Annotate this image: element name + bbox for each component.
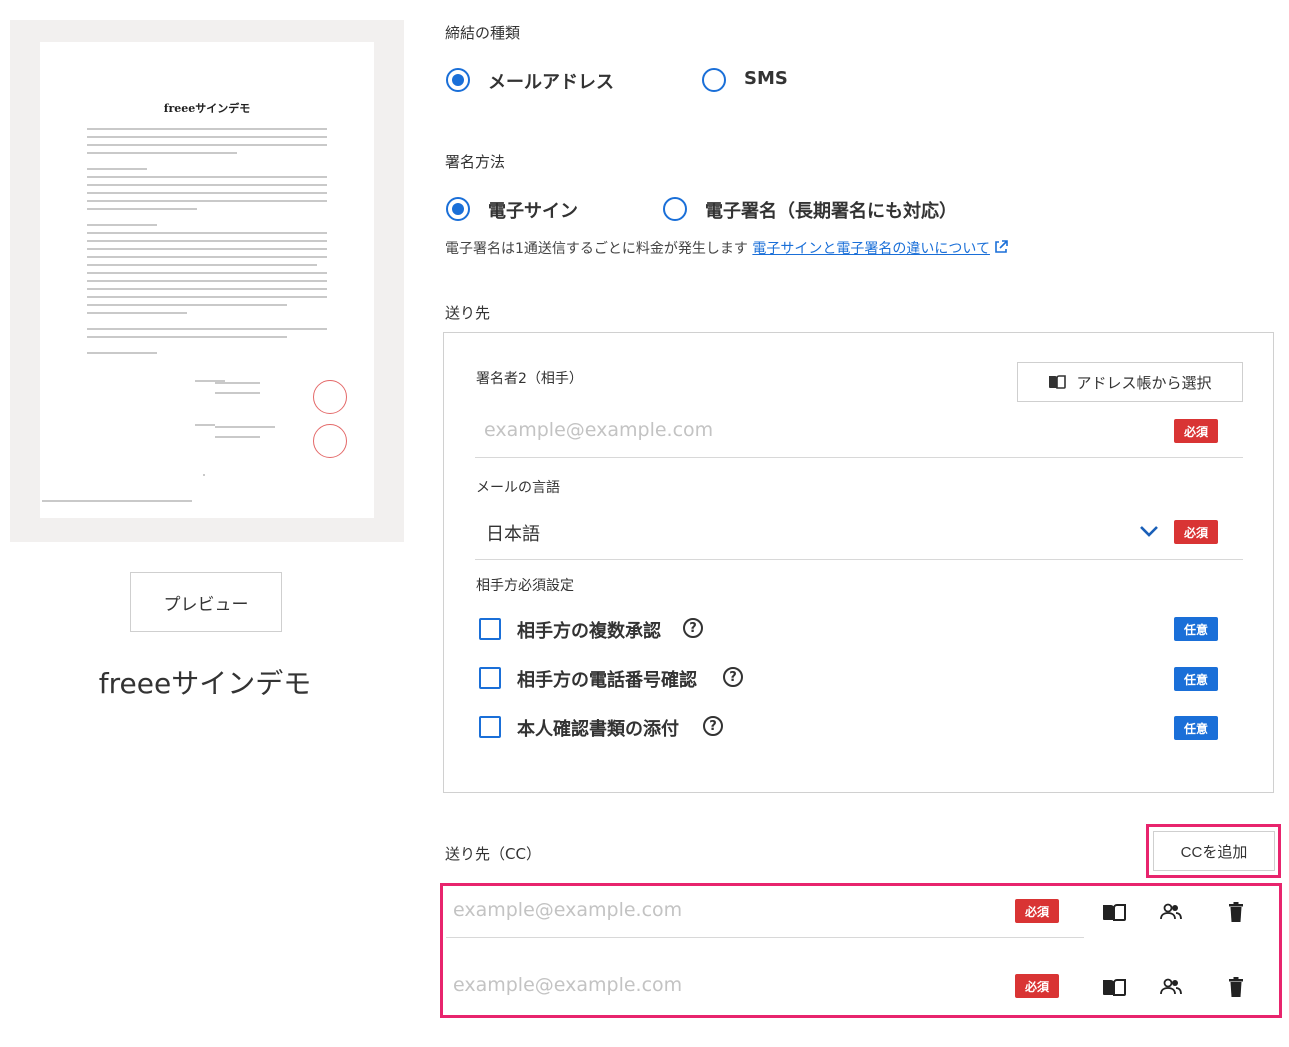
thumbnail-text-line <box>215 382 260 384</box>
thumbnail-text-line <box>87 248 327 250</box>
cc-section-label: 送り先（CC） <box>445 845 541 863</box>
thumbnail-text-line <box>87 200 327 202</box>
required-badge: 必須 <box>1015 899 1059 923</box>
cc-email-input[interactable]: example@example.com <box>453 899 682 921</box>
id-document-checkbox[interactable] <box>479 716 501 738</box>
thumbnail-text-line <box>87 328 327 330</box>
document-name: freeeサインデモ <box>98 667 312 700</box>
help-icon[interactable]: ? <box>723 667 743 687</box>
thumbnail-text-line <box>87 336 287 338</box>
phone-verify-label: 相手方の電話番号確認 <box>517 670 697 691</box>
thumbnail-text-line <box>87 224 157 226</box>
cc-email-input[interactable]: example@example.com <box>453 974 682 996</box>
add-cc-button[interactable]: CCを追加 <box>1153 831 1275 871</box>
thumbnail-text-line <box>87 152 237 154</box>
stamp-circle <box>313 380 347 414</box>
signature-fee-note: 電子署名は1通送信するごとに料金が発生します 電子サインと電子署名の違いについて <box>445 238 1009 258</box>
thumbnail-text-line <box>87 136 327 138</box>
divider <box>475 457 1243 458</box>
divider <box>475 559 1243 560</box>
radio-digital-signature[interactable] <box>663 197 687 221</box>
divider <box>446 937 1084 938</box>
optional-badge: 任意 <box>1174 716 1218 740</box>
thumbnail-text-line <box>87 192 327 194</box>
stamp-circle <box>313 424 347 458</box>
book-icon[interactable] <box>1101 974 1127 1000</box>
thumbnail-text-line <box>87 128 327 130</box>
thumbnail-text-line <box>87 256 327 258</box>
thumbnail-text-line <box>87 184 327 186</box>
signer-label: 署名者2（相手） <box>476 371 583 387</box>
address-book-button-label: アドレス帳から選択 <box>1076 374 1212 392</box>
thumbnail-text-line <box>215 426 275 428</box>
people-icon[interactable] <box>1158 974 1184 1000</box>
radio-email-label[interactable]: メールアドレス <box>488 68 614 94</box>
people-icon[interactable] <box>1158 899 1184 925</box>
thumbnail-text-line <box>87 296 327 298</box>
radio-sms[interactable] <box>702 68 726 92</box>
radio-digital-signature-label[interactable]: 電子署名（長期署名にも対応） <box>705 197 957 223</box>
conclusion-type-label: 締結の種類 <box>445 24 521 42</box>
recipient-section-label: 送り先 <box>445 304 491 322</box>
chevron-down-icon[interactable] <box>1139 524 1159 538</box>
thumbnail-text-line <box>203 474 205 476</box>
optional-badge: 任意 <box>1174 667 1218 691</box>
help-icon[interactable]: ? <box>703 716 723 736</box>
address-book-button[interactable]: アドレス帳から選択 <box>1017 362 1243 402</box>
thumbnail-text-line <box>42 500 192 502</box>
thumbnail-text-line <box>87 280 327 282</box>
thumbnail-text-line <box>87 288 327 290</box>
sign-difference-link[interactable]: 電子サインと電子署名の違いについて <box>752 241 990 257</box>
thumbnail-text-line <box>87 264 317 266</box>
thumbnail-text-line <box>215 392 260 394</box>
document-thumbnail: freeeサインデモ <box>40 42 374 518</box>
radio-e-sign[interactable] <box>446 197 470 221</box>
thumbnail-text-line <box>215 436 260 438</box>
id-document-label: 本人確認書類の添付 <box>517 719 679 740</box>
thumbnail-text-line <box>87 144 327 146</box>
preview-button[interactable]: プレビュー <box>130 572 282 632</box>
language-select[interactable]: 日本語 <box>486 520 540 546</box>
help-icon[interactable]: ? <box>683 618 703 638</box>
thumbnail-text-line <box>87 176 327 178</box>
thumbnail-doc-title: freeeサインデモ <box>163 102 251 115</box>
thumbnail-text-line <box>87 168 147 170</box>
radio-e-sign-label[interactable]: 電子サイン <box>488 197 578 223</box>
language-label: メールの言語 <box>476 480 560 496</box>
required-badge: 必須 <box>1174 419 1218 443</box>
thumbnail-text-line <box>87 232 327 234</box>
thumbnail-text-line <box>87 240 327 242</box>
optional-badge: 任意 <box>1174 617 1218 641</box>
party-settings-label: 相手方必須設定 <box>476 578 574 594</box>
radio-email[interactable] <box>446 68 470 92</box>
thumbnail-text-line <box>87 208 197 210</box>
signer-email-input[interactable]: example@example.com <box>484 419 713 441</box>
book-icon <box>1049 375 1067 389</box>
thumbnail-text-line <box>87 304 287 306</box>
required-badge: 必須 <box>1015 974 1059 998</box>
book-icon[interactable] <box>1101 899 1127 925</box>
thumbnail-text-line <box>87 272 327 274</box>
radio-sms-label[interactable]: SMS <box>744 68 788 89</box>
trash-icon[interactable] <box>1223 899 1249 925</box>
fee-note-text: 電子署名は1通送信するごとに料金が発生します <box>445 241 748 257</box>
required-badge: 必須 <box>1174 520 1218 544</box>
external-link-icon[interactable] <box>994 240 1009 254</box>
multi-approval-label: 相手方の複数承認 <box>517 621 661 642</box>
multi-approval-checkbox[interactable] <box>479 618 501 640</box>
thumbnail-text-line <box>87 352 157 354</box>
trash-icon[interactable] <box>1223 974 1249 1000</box>
phone-verify-checkbox[interactable] <box>479 667 501 689</box>
signature-method-label: 署名方法 <box>445 153 506 171</box>
thumbnail-text-line <box>195 424 215 426</box>
thumbnail-text-line <box>87 312 187 314</box>
